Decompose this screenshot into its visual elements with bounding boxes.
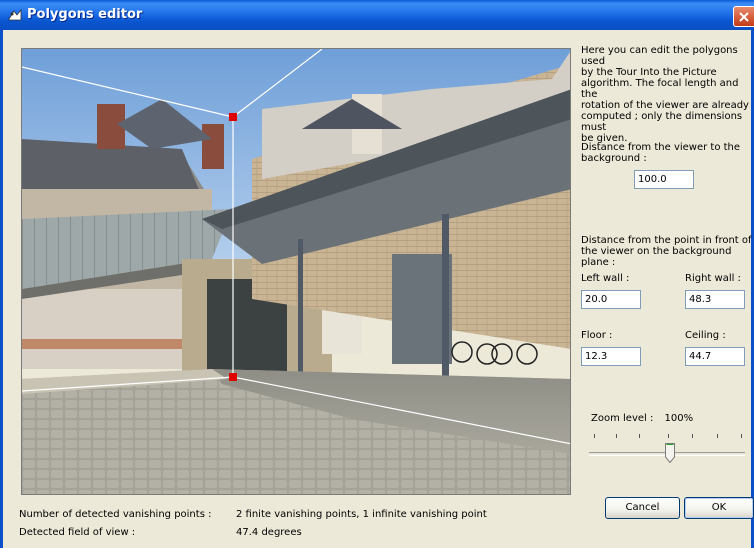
polygons-editor-window: Polygons editor Here you can edit the po… (0, 0, 754, 548)
background-distance-label: Distance from the viewer to the backgrou… (581, 142, 741, 164)
slider-tick (616, 434, 617, 438)
right-wall-input[interactable]: 48.3 (685, 290, 745, 309)
ok-button[interactable]: OK (684, 497, 754, 519)
close-button[interactable] (733, 6, 754, 27)
zoom-slider-thumb[interactable] (665, 443, 675, 463)
window-border-left (0, 30, 3, 548)
ceiling-label: Ceiling : (685, 330, 726, 341)
vanishing-points-value: 2 finite vanishing points, 1 infinite va… (236, 509, 487, 520)
zoom-level-row: Zoom level : 100% (591, 413, 693, 424)
vanishing-handle-bottom[interactable] (229, 373, 237, 381)
floor-input[interactable]: 12.3 (581, 347, 641, 366)
field-of-view-label: Detected field of view : (19, 527, 136, 538)
slider-tick (668, 434, 669, 438)
app-icon (8, 8, 22, 21)
title-bar[interactable]: Polygons editor (0, 0, 754, 30)
close-icon (739, 12, 749, 22)
slider-tick (717, 434, 718, 438)
slider-tick (741, 434, 742, 438)
zoom-level-value: 100% (664, 413, 694, 424)
background-distance-input[interactable]: 100.0 (634, 170, 694, 189)
bicycles (451, 341, 538, 365)
cancel-button[interactable]: Cancel (605, 497, 680, 519)
slider-tick (692, 434, 693, 438)
right-wall-label: Right wall : (685, 273, 741, 284)
plane-distance-label: Distance from the point in front of the … (581, 235, 752, 268)
left-wall-input[interactable]: 20.0 (581, 290, 641, 309)
ceiling-input[interactable]: 44.7 (685, 347, 745, 366)
zoom-level-label: Zoom level : (591, 413, 654, 424)
field-of-view-value: 47.4 degrees (236, 527, 302, 538)
floor-label: Floor : (581, 330, 613, 341)
slider-tick (639, 434, 640, 438)
picture-canvas[interactable] (21, 48, 571, 495)
instructions-text: Here you can edit the polygons used by t… (581, 45, 749, 144)
vanishing-handle-top[interactable] (229, 113, 237, 121)
left-wall-label: Left wall : (581, 273, 630, 284)
window-title: Polygons editor (27, 7, 143, 22)
slider-tick (594, 434, 595, 438)
vanishing-points-label: Number of detected vanishing points : (19, 509, 212, 520)
